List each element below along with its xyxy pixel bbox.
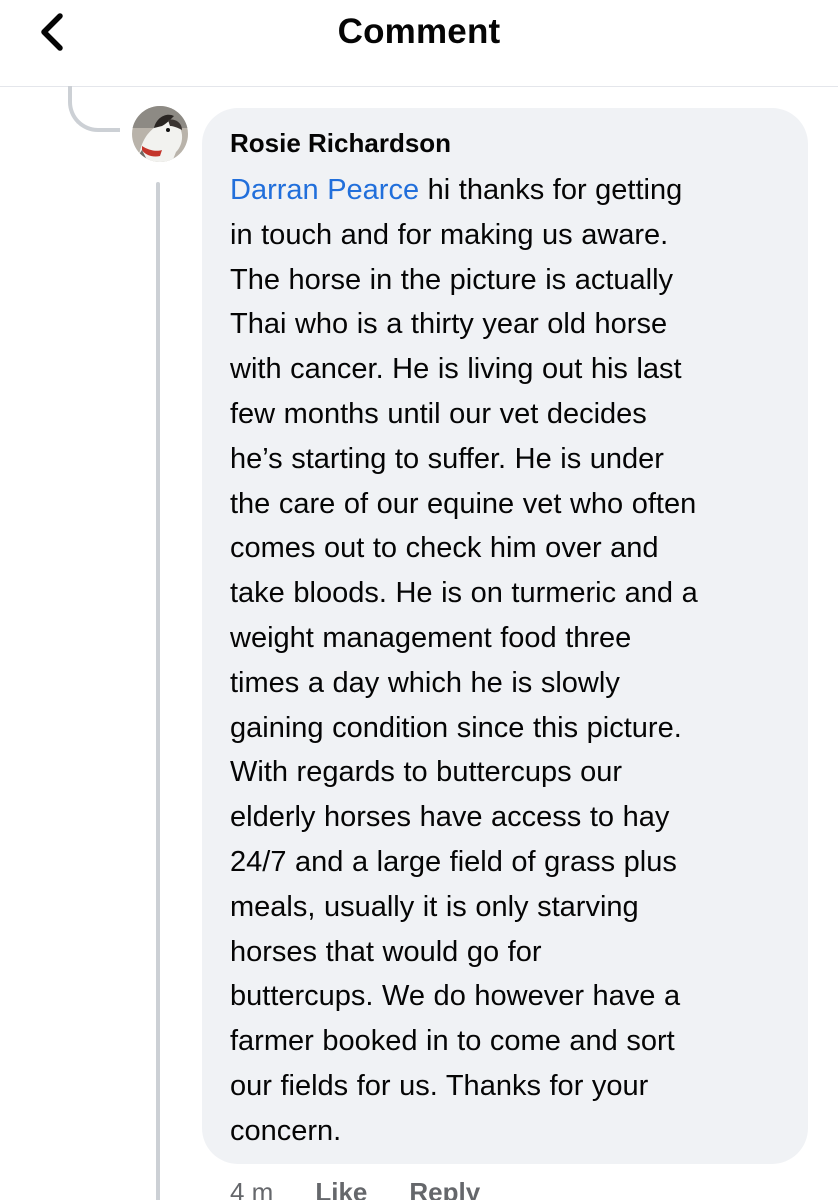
comment-bubble: Rosie Richardson Darran Pearce hi thanks…: [202, 108, 808, 1164]
comment-text: Darran Pearce hi thanks for getting in to…: [230, 168, 782, 1154]
page-title: Comment: [337, 12, 501, 51]
comment-line: gaining condition since this picture.: [230, 711, 682, 744]
comment-actions: 4 m Like Reply: [230, 1172, 522, 1200]
top-bar: Comment: [0, 0, 838, 87]
comment-line: comes out to check him over and: [230, 532, 659, 565]
comment-line: in touch and for making us aware.: [230, 218, 669, 251]
comment-line: concern.: [230, 1114, 342, 1147]
comment-line: the care of our equine vet who often: [230, 487, 697, 520]
thread-connector: [68, 86, 120, 132]
comment-line: buttercups. We do however have a: [230, 980, 681, 1013]
avatar[interactable]: [132, 106, 188, 162]
comment-author[interactable]: Rosie Richardson: [230, 126, 782, 160]
comment-line: with cancer. He is living out his last: [230, 353, 682, 386]
comment-line: meals, usually it is only starving: [230, 890, 639, 923]
comment-line: hi thanks for getting: [419, 174, 683, 206]
comment-line: weight management food three: [230, 621, 632, 654]
comment-line: our fields for us. Thanks for your: [230, 1069, 649, 1102]
comment-line: times a day which he is slowly: [230, 666, 620, 699]
like-button[interactable]: Like: [315, 1177, 367, 1200]
comment-line: horses that would go for: [230, 935, 542, 968]
comment-line: 24/7 and a large field of grass plus: [230, 845, 677, 878]
mentioned-user-link[interactable]: Darran Pearce: [230, 174, 419, 206]
comment-line: With regards to buttercups our: [230, 756, 623, 789]
reply-button[interactable]: Reply: [409, 1177, 480, 1200]
comment-line: farmer booked in to come and sort: [230, 1025, 675, 1058]
reply-thread-line: [156, 182, 160, 1200]
comment-line: Thai who is a thirty year old horse: [230, 308, 668, 341]
comment-line: few months until our vet decides: [230, 397, 647, 430]
dog-avatar-image: [132, 106, 188, 162]
comment-line: elderly horses have access to hay: [230, 801, 670, 834]
comment-screen: Comment Rosie Richardson Darran Pearce h…: [0, 0, 838, 1200]
comment-timestamp: 4 m: [230, 1177, 274, 1200]
comment-line: take bloods. He is on turmeric and a: [230, 577, 698, 610]
comment-line: The horse in the picture is actually: [230, 263, 674, 296]
comment-line: he’s starting to suffer. He is under: [230, 442, 664, 475]
